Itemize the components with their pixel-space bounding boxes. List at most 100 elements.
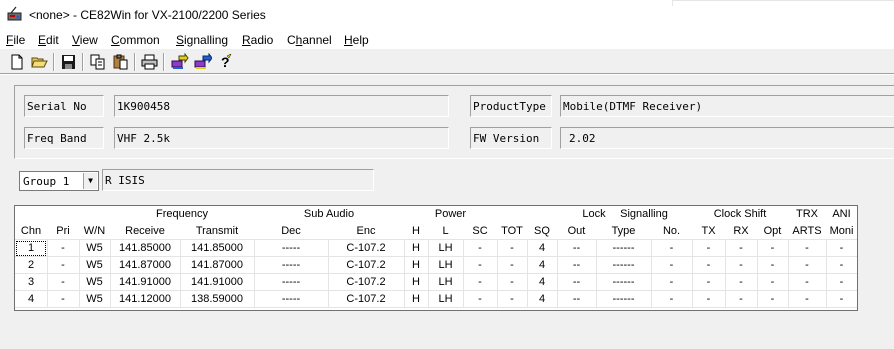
cell-ani-moni[interactable]: - [826, 291, 857, 308]
cell-wn[interactable]: W5 [79, 291, 110, 308]
cell-clockshift-opt[interactable]: - [757, 240, 788, 257]
paste-icon[interactable] [111, 53, 130, 71]
cell-dec[interactable]: ----- [254, 257, 328, 274]
menu-file[interactable]: File [6, 33, 25, 47]
cell-lock-out[interactable]: -- [557, 274, 596, 291]
cell-transmit[interactable]: 138.59000 [180, 291, 254, 308]
cell-signalling-no[interactable]: - [651, 274, 692, 291]
cell-receive[interactable]: 141.91000 [110, 274, 180, 291]
cell-chn[interactable]: 4 [15, 291, 47, 308]
cell-sq[interactable]: 4 [527, 257, 557, 274]
cell-sq[interactable]: 4 [527, 291, 557, 308]
cell-dec[interactable]: ----- [254, 291, 328, 308]
cell-receive[interactable]: 141.85000 [110, 240, 180, 257]
menu-channel[interactable]: Channel [287, 33, 332, 47]
cell-pri[interactable]: - [47, 274, 79, 291]
cell-wn[interactable]: W5 [79, 257, 110, 274]
cell-trx-arts[interactable]: - [788, 240, 826, 257]
cell-power-h[interactable]: H [404, 240, 428, 257]
cell-tot[interactable]: - [497, 240, 527, 257]
cell-clockshift-rx[interactable]: - [725, 240, 757, 257]
write-radio-icon[interactable] [193, 53, 212, 71]
cell-receive[interactable]: 141.12000 [110, 291, 180, 308]
cell-signalling-no[interactable]: - [651, 240, 692, 257]
print-icon[interactable] [140, 53, 159, 71]
menu-radio[interactable]: Radio [242, 33, 273, 47]
cell-clockshift-tx[interactable]: - [692, 257, 725, 274]
cell-power-l[interactable]: LH [428, 257, 463, 274]
group-select[interactable]: Group 1 ▼ [19, 171, 99, 191]
cell-dec[interactable]: ----- [254, 240, 328, 257]
copy-icon[interactable] [88, 53, 107, 71]
cell-pri[interactable]: - [47, 257, 79, 274]
menu-edit[interactable]: Edit [38, 33, 59, 47]
cell-clockshift-tx[interactable]: - [692, 291, 725, 308]
new-file-icon[interactable] [8, 53, 27, 71]
read-radio-icon[interactable] [170, 53, 189, 71]
cell-enc[interactable]: C-107.2 [328, 274, 404, 291]
cell-clockshift-opt[interactable]: - [757, 291, 788, 308]
menu-common[interactable]: Common [111, 33, 160, 47]
cell-tot[interactable]: - [497, 257, 527, 274]
cell-power-l[interactable]: LH [428, 291, 463, 308]
cell-enc[interactable]: C-107.2 [328, 291, 404, 308]
cell-receive[interactable]: 141.87000 [110, 257, 180, 274]
cell-clockshift-tx[interactable]: - [692, 274, 725, 291]
cell-wn[interactable]: W5 [79, 240, 110, 257]
menu-view[interactable]: View [72, 33, 98, 47]
cell-tot[interactable]: - [497, 274, 527, 291]
cell-sq[interactable]: 4 [527, 240, 557, 257]
cell-enc[interactable]: C-107.2 [328, 257, 404, 274]
cell-trx-arts[interactable]: - [788, 291, 826, 308]
cell-clockshift-opt[interactable]: - [757, 257, 788, 274]
cell-power-h[interactable]: H [404, 274, 428, 291]
cell-transmit[interactable]: 141.91000 [180, 274, 254, 291]
cell-signalling-type[interactable]: ------ [596, 274, 651, 291]
cell-ani-moni[interactable]: - [826, 257, 857, 274]
cell-lock-out[interactable]: -- [557, 291, 596, 308]
cell-dec[interactable]: ----- [254, 274, 328, 291]
cell-tot[interactable]: - [497, 291, 527, 308]
cell-signalling-no[interactable]: - [651, 291, 692, 308]
cell-clockshift-rx[interactable]: - [725, 291, 757, 308]
save-icon[interactable] [59, 53, 78, 71]
cell-clockshift-opt[interactable]: - [757, 274, 788, 291]
cell-signalling-type[interactable]: ------ [596, 240, 651, 257]
cell-wn[interactable]: W5 [79, 274, 110, 291]
cell-chn[interactable]: 2 [15, 257, 47, 274]
menu-signalling[interactable]: Signalling [176, 33, 228, 47]
cell-pri[interactable]: - [47, 291, 79, 308]
cell-clockshift-tx[interactable]: - [692, 240, 725, 257]
cell-power-h[interactable]: H [404, 257, 428, 274]
cell-power-h[interactable]: H [404, 291, 428, 308]
cell-ani-moni[interactable]: - [826, 274, 857, 291]
cell-power-l[interactable]: LH [428, 240, 463, 257]
cell-sc[interactable]: - [463, 257, 497, 274]
cell-enc[interactable]: C-107.2 [328, 240, 404, 257]
cell-sc[interactable]: - [463, 291, 497, 308]
cell-sc[interactable]: - [463, 240, 497, 257]
chevron-down-icon[interactable]: ▼ [83, 173, 97, 189]
menu-help[interactable]: Help [344, 33, 369, 47]
cell-trx-arts[interactable]: - [788, 274, 826, 291]
cell-trx-arts[interactable]: - [788, 257, 826, 274]
cell-signalling-no[interactable]: - [651, 257, 692, 274]
cell-pri[interactable]: - [47, 240, 79, 257]
cell-clockshift-rx[interactable]: - [725, 257, 757, 274]
group-name-field[interactable]: R ISIS [102, 169, 374, 191]
cell-signalling-type[interactable]: ------ [596, 291, 651, 308]
cell-chn[interactable]: 3 [15, 274, 47, 291]
cell-sc[interactable]: - [463, 274, 497, 291]
help-icon[interactable]: ? [216, 53, 235, 71]
cell-sq[interactable]: 4 [527, 274, 557, 291]
cell-signalling-type[interactable]: ------ [596, 257, 651, 274]
cell-chn[interactable]: 1 [15, 240, 47, 257]
cell-ani-moni[interactable]: - [826, 240, 857, 257]
cell-lock-out[interactable]: -- [557, 257, 596, 274]
cell-power-l[interactable]: LH [428, 274, 463, 291]
cell-lock-out[interactable]: -- [557, 240, 596, 257]
open-folder-icon[interactable] [30, 53, 49, 71]
cell-transmit[interactable]: 141.87000 [180, 257, 254, 274]
cell-transmit[interactable]: 141.85000 [180, 240, 254, 257]
cell-clockshift-rx[interactable]: - [725, 274, 757, 291]
